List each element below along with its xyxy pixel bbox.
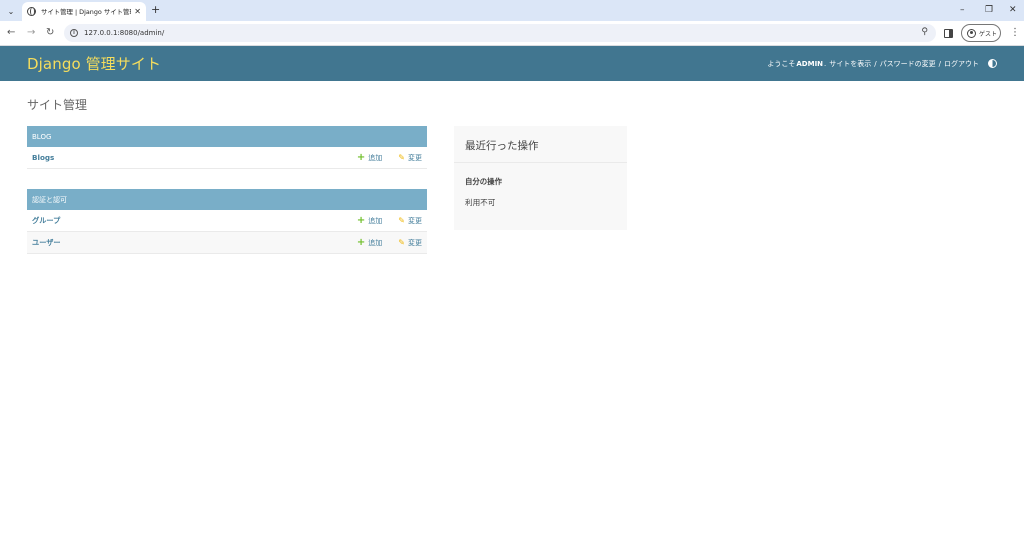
add-label: 追加 — [368, 153, 383, 162]
recent-actions-panel: 最近行った操作 自分の操作 利用不可 — [454, 126, 627, 230]
welcome-text: ようこそ — [767, 59, 796, 68]
view-site-link[interactable]: サイトを表示 — [829, 59, 871, 69]
zoom-icon[interactable]: ⚲ — [921, 27, 928, 37]
site-branding[interactable]: Django 管理サイト — [27, 53, 161, 74]
browser-toolbar: ← → ↻ i 127.0.0.1:8080/admin/ ⚲ ゲスト ⋮ — [0, 21, 1024, 46]
app-module-blog: BLOG Blogs + 追加 ✎ 変更 — [27, 126, 427, 169]
model-link-groups[interactable]: グループ — [32, 216, 341, 226]
change-label: 変更 — [408, 216, 422, 225]
app-caption[interactable]: BLOG — [27, 126, 427, 147]
restore-icon[interactable]: ❐ — [985, 4, 993, 16]
add-button[interactable]: + 追加 — [356, 214, 383, 226]
globe-icon — [27, 7, 36, 16]
browser-tab-bar: ⌄ サイト管理 | Django サイト管理 ✕ + – ❐ ✕ — [0, 0, 1024, 21]
url-text[interactable]: 127.0.0.1:8080/admin/ — [84, 29, 164, 37]
forward-arrow-icon[interactable]: → — [27, 26, 35, 40]
window-close-icon[interactable]: ✕ — [1009, 4, 1017, 16]
menu-kebab-icon[interactable]: ⋮ — [1010, 27, 1020, 39]
theme-toggle-icon[interactable] — [988, 59, 997, 68]
page-title: サイト管理 — [27, 98, 88, 112]
change-label: 変更 — [408, 238, 422, 247]
minimize-icon[interactable]: – — [960, 4, 965, 16]
plus-icon: + — [356, 214, 366, 226]
back-arrow-icon[interactable]: ← — [7, 26, 15, 40]
tab-search-chevron-icon[interactable]: ⌄ — [4, 4, 18, 18]
model-link-users[interactable]: ユーザー — [32, 238, 341, 248]
site-header: Django 管理サイト ようこそ ADMIN. サイトを表示 / パスワードの… — [0, 46, 1024, 81]
new-tab-icon[interactable]: + — [151, 3, 160, 17]
app-caption[interactable]: 認証と認可 — [27, 189, 427, 210]
user-tools: ようこそ ADMIN. サイトを表示 / パスワードの変更 / ログアウト — [767, 59, 997, 69]
tab-close-icon[interactable]: ✕ — [134, 7, 141, 16]
pencil-icon: ✎ — [398, 152, 405, 162]
change-label: 変更 — [408, 153, 422, 162]
change-button[interactable]: ✎ 変更 — [398, 216, 422, 226]
pencil-icon: ✎ — [398, 237, 405, 247]
my-actions-heading: 自分の操作 — [465, 177, 502, 186]
reload-icon[interactable]: ↻ — [46, 26, 54, 40]
add-button[interactable]: + 追加 — [356, 151, 383, 163]
change-button[interactable]: ✎ 変更 — [398, 238, 422, 248]
profile-avatar-icon — [967, 28, 976, 38]
pencil-icon: ✎ — [398, 215, 405, 225]
change-password-link[interactable]: パスワードの変更 — [880, 59, 936, 69]
separator: / — [874, 59, 877, 68]
browser-tab[interactable]: サイト管理 | Django サイト管理 ✕ — [22, 2, 146, 21]
plus-icon: + — [356, 236, 366, 248]
model-row-users: ユーザー + 追加 ✎ 変更 — [27, 232, 427, 254]
separator: / — [938, 59, 941, 68]
address-bar[interactable]: i 127.0.0.1:8080/admin/ ⚲ — [64, 24, 936, 42]
model-row-groups: グループ + 追加 ✎ 変更 — [27, 210, 427, 232]
guest-profile-button[interactable]: ゲスト — [961, 24, 1001, 42]
change-button[interactable]: ✎ 変更 — [398, 153, 422, 163]
side-panel-icon[interactable] — [944, 29, 953, 38]
model-row-blogs: Blogs + 追加 ✎ 変更 — [27, 147, 427, 169]
add-label: 追加 — [368, 216, 383, 225]
model-link-blogs[interactable]: Blogs — [32, 153, 341, 162]
app-module-auth: 認証と認可 グループ + 追加 ✎ 変更 ユーザー + 追加 ✎ 変更 — [27, 189, 427, 254]
recent-actions-title: 最近行った操作 — [454, 126, 627, 163]
add-button[interactable]: + 追加 — [356, 236, 383, 248]
plus-icon: + — [356, 151, 366, 163]
guest-label: ゲスト — [979, 30, 998, 38]
add-label: 追加 — [368, 238, 383, 247]
site-info-icon[interactable]: i — [70, 29, 78, 37]
logout-link[interactable]: ログアウト — [944, 59, 979, 69]
username: ADMIN — [796, 59, 824, 68]
no-actions-text: 利用不可 — [465, 198, 496, 207]
tab-title: サイト管理 | Django サイト管理 — [41, 8, 132, 16]
